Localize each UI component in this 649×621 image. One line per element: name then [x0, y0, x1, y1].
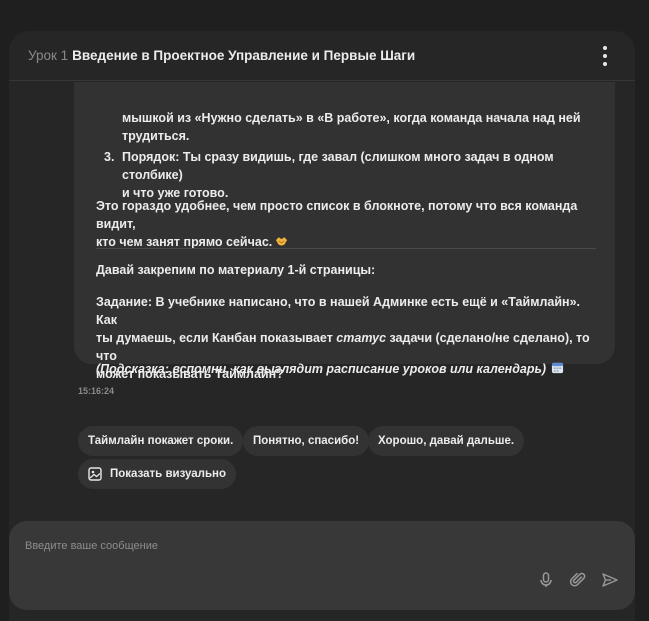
list-number: 3. — [104, 150, 115, 164]
prompt-heading: Давай закрепим по материалу 1-й страницы… — [96, 263, 376, 277]
hint-line: (Подсказка: вспомни, как выглядит распис… — [96, 362, 547, 376]
microphone-icon[interactable] — [537, 571, 555, 589]
hint-text: (Подсказка: вспомни, как выглядит распис… — [96, 360, 601, 378]
list-item-text: мышкой из «Нужно сделать» в «В работе», … — [122, 111, 581, 125]
assistant-message: мышкой из «Нужно сделать» в «В работе», … — [74, 82, 615, 381]
quick-reply-button[interactable]: Хорошо, давай дальше. — [368, 426, 525, 456]
lesson-label: Урок 1 — [28, 48, 69, 63]
paragraph-line: кто чем занят прямо сейчас. — [96, 235, 273, 249]
show-visual-label: Показать визуально — [110, 468, 226, 480]
handshake-emoji — [276, 237, 288, 246]
message-timestamp: 15:16:24 — [78, 386, 115, 396]
list-item-3: 3. Порядок: Ты сразу видишь, где завал (… — [96, 148, 596, 202]
list-item-heading: Порядок: — [122, 150, 180, 164]
quick-reply-button[interactable]: Таймлайн покажет сроки. — [78, 426, 244, 456]
task-line: ты думаешь, если Канбан показывает — [96, 331, 337, 345]
list-item-2-tail: мышкой из «Нужно сделать» в «В работе», … — [96, 109, 596, 145]
task-line: Задание: В учебнике написано, что в наше… — [96, 295, 580, 327]
message-composer — [9, 521, 635, 610]
paragraph: Это гораздо удобнее, чем просто список в… — [96, 197, 601, 251]
quick-reply-button[interactable]: Понятно, спасибо! — [243, 426, 370, 456]
calendar-emoji — [552, 362, 564, 374]
paragraph-line: Это гораздо удобнее, чем просто список в… — [96, 199, 578, 231]
lesson-title: Введение в Проектное Управление и Первые… — [72, 48, 416, 63]
message-input[interactable] — [25, 536, 615, 556]
send-icon[interactable] — [601, 571, 619, 589]
list-item-text: Ты сразу видишь, где завал (слишком мног… — [122, 150, 554, 182]
show-visual-button[interactable]: Показать визуально — [78, 459, 236, 489]
paperclip-icon[interactable] — [569, 571, 587, 589]
chat-header: Урок 1 Введение в Проектное Управление и… — [9, 31, 635, 81]
more-options-icon[interactable] — [602, 46, 608, 66]
image-icon — [88, 467, 102, 481]
list-item-text: трудиться. — [122, 129, 190, 143]
task-emphasis: статус — [336, 331, 387, 345]
chat-panel: Урок 1 Введение в Проектное Управление и… — [9, 31, 635, 621]
divider — [96, 248, 596, 249]
